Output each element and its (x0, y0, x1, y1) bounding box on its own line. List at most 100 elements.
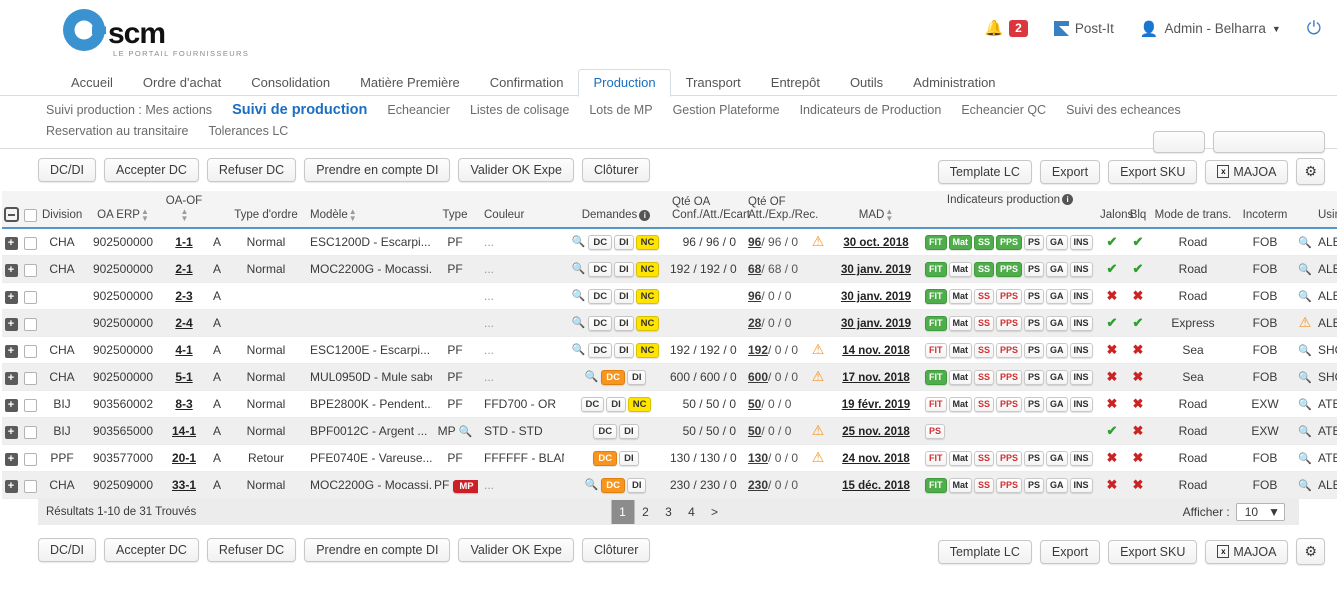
row-select-cell[interactable] (20, 417, 40, 446)
table-row[interactable]: + CHA 902509000 33-1 A Normal MOC2200G - Mocas… (2, 471, 1337, 500)
sub-nav-item-gestion-plateforme[interactable]: Gestion Plateforme (673, 103, 780, 117)
cell-oa-of[interactable]: 2-3 (162, 282, 206, 311)
sub-nav-item-tolerances-lc[interactable]: Tolerances LC (208, 124, 288, 138)
table-row[interactable]: + CHA 902500000 2-1 A Normal MOC2200G - Mocass… (2, 255, 1337, 284)
dc-pill[interactable]: DC (588, 343, 613, 359)
sub-nav-item-listes-de-colisage[interactable]: Listes de colisage (470, 103, 569, 117)
indicator-ps[interactable]: PS (1024, 343, 1045, 359)
collapse-all-icon[interactable] (4, 207, 19, 223)
row-select-cell[interactable] (20, 444, 40, 473)
row-select-cell[interactable] (20, 471, 40, 500)
expand-row-icon[interactable]: + (4, 371, 18, 385)
expand-row-icon[interactable]: + (4, 479, 18, 493)
row-checkbox[interactable] (23, 344, 37, 358)
cell-usine-icon[interactable]: ⚠ (1294, 309, 1316, 338)
search-icon[interactable]: 🔍 (572, 236, 586, 248)
cutoff-button-1[interactable] (1153, 131, 1205, 153)
th-mode-transport[interactable]: Mode de trans. (1150, 191, 1236, 230)
indicator-ps[interactable]: PS (1024, 397, 1045, 413)
toolbar-top-cl-turer-button[interactable]: Clôturer (581, 158, 651, 182)
cell-mad[interactable]: 25 nov. 2018 (830, 417, 922, 446)
toolbar-bottom-export-sku-button[interactable]: Export SKU (1108, 539, 1198, 564)
cell-oa-of[interactable]: 33-1 (162, 471, 206, 500)
row-checkbox[interactable] (23, 371, 37, 385)
search-icon[interactable]: 🔍 (1298, 399, 1312, 411)
expand-row-icon[interactable]: + (4, 317, 18, 331)
indicator-ins[interactable]: INS (1069, 343, 1093, 359)
cell-mad[interactable]: 30 janv. 2019 (830, 309, 922, 338)
main-nav-item-mati-re-premi-re[interactable]: Matière Première (345, 69, 475, 97)
expand-row-icon[interactable]: + (4, 263, 18, 277)
row-select-cell[interactable] (20, 228, 40, 257)
table-row[interactable]: + CHA 902500000 5-1 A Normal MUL0950D - Mule s… (2, 363, 1337, 392)
th-division[interactable]: Division (40, 191, 84, 230)
table-row[interactable]: +902500000 2-3 A... 🔍 DC DI NC 96/ 0 / 0 30 janv… (2, 282, 1337, 311)
indicator-mat[interactable]: Mat (948, 370, 972, 386)
toolbar-bottom-settings-gear-button[interactable]: ⚙ (1296, 538, 1325, 566)
di-pill[interactable]: DI (626, 478, 647, 494)
cell-oa-of[interactable]: 5-1 (162, 363, 206, 392)
table-row[interactable]: + CHA 902500000 1-1 A Normal ESC1200D - Escarp… (2, 228, 1337, 257)
cell-oa-of[interactable]: 2-1 (162, 255, 206, 284)
indicator-ps[interactable]: PS (1024, 451, 1045, 467)
row-select-cell[interactable] (20, 309, 40, 338)
cell-usine-icon[interactable]: 🔍 (1294, 417, 1316, 446)
main-nav-item-transport[interactable]: Transport (671, 69, 756, 97)
page-button-4[interactable]: 4 (680, 500, 703, 524)
indicator-pps[interactable]: PPS (996, 370, 1023, 386)
indicator-ss[interactable]: SS (974, 343, 995, 359)
indicator-fit[interactable]: FIT (925, 316, 947, 332)
indicator-pps[interactable]: PPS (996, 262, 1023, 278)
row-expand-cell[interactable]: + (2, 309, 20, 338)
indicator-mat[interactable]: Mat (948, 478, 972, 494)
row-expand-cell[interactable]: + (2, 282, 20, 311)
search-icon[interactable]: 🔍 (1298, 372, 1312, 384)
dc-pill[interactable]: DC (588, 316, 613, 332)
indicator-ss[interactable]: SS (974, 370, 995, 386)
search-icon[interactable]: 🔍 (585, 371, 599, 383)
di-pill[interactable]: DI (614, 316, 634, 332)
main-nav-item-outils[interactable]: Outils (835, 69, 898, 97)
indicator-ins[interactable]: INS (1069, 370, 1093, 386)
cell-usine-icon[interactable]: 🔍 (1294, 390, 1316, 419)
di-pill[interactable]: DI (614, 262, 634, 278)
search-icon[interactable]: 🔍 (1298, 453, 1312, 465)
sub-nav-item-echeancier[interactable]: Echeancier (387, 103, 450, 117)
toolbar-bottom-valider-ok-expe-button[interactable]: Valider OK Expe (458, 538, 574, 563)
search-icon[interactable]: 🔍 (1298, 264, 1312, 276)
indicator-pps[interactable]: PPS (996, 478, 1023, 494)
search-icon[interactable]: 🔍 (572, 344, 586, 356)
expand-row-icon[interactable]: + (4, 344, 18, 358)
sort-icon[interactable]: ▲ ▼ (181, 208, 189, 223)
indicator-ps[interactable]: PS (1024, 316, 1045, 332)
next-page-button[interactable]: > (703, 500, 726, 524)
di-pill[interactable]: DI (606, 397, 626, 413)
indicator-ss[interactable]: SS (974, 289, 995, 305)
indicator-mat[interactable]: Mat (948, 451, 972, 467)
sub-nav-item-reservation-au-transitaire[interactable]: Reservation au transitaire (46, 124, 188, 138)
info-icon[interactable]: i (639, 209, 651, 221)
page-button-2[interactable]: 2 (634, 500, 657, 524)
indicator-ps[interactable]: PS (1024, 370, 1045, 386)
th-incoterm[interactable]: Incoterm (1236, 191, 1294, 230)
row-checkbox[interactable] (23, 425, 37, 439)
indicator-pps[interactable]: PPS (996, 289, 1023, 305)
cell-oa-of[interactable]: 2-4 (162, 309, 206, 338)
toolbar-bottom-majoa-button[interactable]: x MAJOA (1205, 539, 1289, 564)
dc-pill[interactable]: DC (588, 235, 613, 251)
row-checkbox[interactable] (23, 317, 37, 331)
page-size-select[interactable]: 10 ▼ (1235, 503, 1285, 522)
info-icon[interactable]: i (1062, 194, 1074, 206)
indicator-pps[interactable]: PPS (996, 343, 1023, 359)
indicator-ps[interactable]: PS (1024, 235, 1045, 251)
cell-usine-icon[interactable]: 🔍 (1294, 444, 1316, 473)
di-pill[interactable]: DI (626, 370, 647, 386)
indicator-ga[interactable]: GA (1046, 478, 1068, 494)
sort-icon[interactable]: ▲ ▼ (349, 208, 357, 223)
indicator-ins[interactable]: INS (1069, 397, 1093, 413)
table-row[interactable]: + BIJ 903560002 8-3 A Normal BPE2800K - Penden… (2, 390, 1337, 419)
th-mad[interactable]: MAD ▲ ▼ (830, 191, 922, 230)
cell-usine-icon[interactable]: 🔍 (1294, 255, 1316, 284)
row-select-cell[interactable] (20, 255, 40, 284)
cell-mad[interactable]: 14 nov. 2018 (830, 336, 922, 365)
